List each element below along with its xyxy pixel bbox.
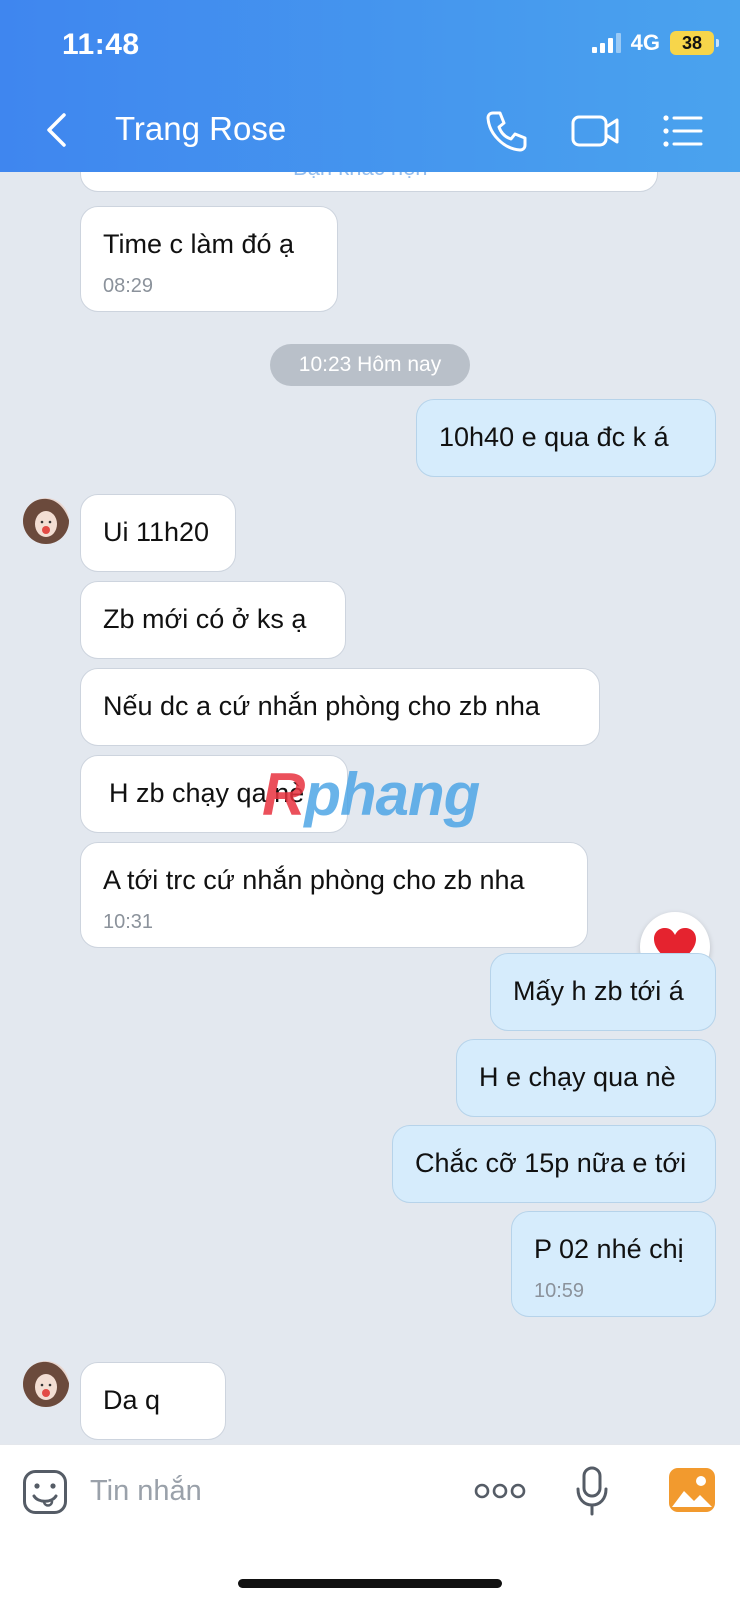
avatar[interactable] <box>23 1361 69 1407</box>
video-call-button[interactable] <box>570 108 620 154</box>
sticker-button[interactable] <box>22 1469 68 1520</box>
message-input[interactable] <box>90 1469 440 1513</box>
message-text: Zb mới có ở ks ạ <box>103 604 307 634</box>
message-text: H e chạy qua nè <box>479 1062 676 1092</box>
message-bubble-outgoing[interactable]: 10h40 e qua đc k á <box>416 399 716 477</box>
battery-icon: 38 <box>670 31 719 55</box>
message-bubble-incoming[interactable]: Da q <box>80 1362 226 1440</box>
message-time: 10:59 <box>534 1280 585 1302</box>
video-camera-icon <box>571 115 619 147</box>
message-composer <box>0 1444 740 1600</box>
message-bubble-outgoing[interactable]: P 02 nhé chị 10:59 <box>511 1211 716 1317</box>
message-bubble-incoming[interactable]: Nếu dc a cứ nhắn phòng cho zb nha <box>80 668 600 746</box>
message-text: P 02 nhé chị <box>534 1234 684 1264</box>
signal-icon <box>591 33 621 53</box>
phone-icon <box>486 111 527 152</box>
image-gallery-icon <box>669 1468 715 1512</box>
network-label: 4G <box>630 30 660 55</box>
status-time: 11:48 <box>62 28 140 61</box>
message-list[interactable]: Bạn khác hẹn Time c làm đó ạ 08:29 10:23… <box>0 172 740 1444</box>
date-separator: 10:23 Hôm nay <box>270 344 470 386</box>
message-text: H zb chạy qa nè <box>109 778 305 808</box>
message-bubble[interactable]: Bạn khác hẹn <box>80 172 658 192</box>
message-text: Bạn khác hẹn <box>293 172 428 181</box>
home-indicator <box>238 1579 502 1588</box>
call-button[interactable] <box>484 108 530 154</box>
message-text: 10h40 e qua đc k á <box>439 422 669 452</box>
sticker-smile-icon <box>23 1470 67 1514</box>
contact-name[interactable]: Trang Rose <box>115 110 286 148</box>
status-indicators: 4G 38 <box>591 30 719 56</box>
chat-header: 11:48 4G 38 Trang Rose <box>0 0 740 172</box>
more-dots-icon <box>474 1483 526 1499</box>
more-button[interactable] <box>474 1481 526 1506</box>
message-text: Ui 11h20 <box>103 517 210 547</box>
microphone-icon <box>576 1466 608 1516</box>
message-text: Da q <box>103 1385 161 1415</box>
message-bubble-outgoing[interactable]: Mấy h zb tới á <box>490 953 716 1031</box>
message-bubble-incoming[interactable]: A tới trc cứ nhắn phòng cho zb nha 10:31 <box>80 842 588 948</box>
message-text: Time c làm đó ạ <box>103 229 295 259</box>
message-bubble-incoming[interactable]: Ui 11h20 <box>80 494 236 572</box>
battery-level: 38 <box>681 32 703 53</box>
avatar-image <box>23 498 69 544</box>
message-text: Chắc cỡ 15p nữa e tới <box>415 1148 687 1178</box>
voice-button[interactable] <box>574 1465 610 1522</box>
menu-button[interactable] <box>660 108 706 154</box>
chevron-left-icon <box>47 113 66 147</box>
avatar[interactable] <box>23 498 69 544</box>
message-bubble-incoming[interactable]: H zb chạy qa nè <box>80 755 348 833</box>
avatar-image <box>23 1361 69 1407</box>
message-bubble-outgoing[interactable]: H e chạy qua nè <box>456 1039 716 1117</box>
message-bubble-incoming[interactable]: Time c làm đó ạ 08:29 <box>80 206 338 312</box>
message-text: A tới trc cứ nhắn phòng cho zb nha <box>103 865 525 895</box>
image-button[interactable] <box>668 1467 716 1518</box>
list-menu-icon <box>663 115 703 147</box>
message-bubble-outgoing[interactable]: Chắc cỡ 15p nữa e tới <box>392 1125 716 1203</box>
message-text: Nếu dc a cứ nhắn phòng cho zb nha <box>103 691 540 721</box>
message-time: 08:29 <box>103 275 154 297</box>
message-text: Mấy h zb tới á <box>513 976 684 1006</box>
message-bubble-incoming[interactable]: Zb mới có ở ks ạ <box>80 581 346 659</box>
message-time: 10:31 <box>103 911 154 933</box>
back-button[interactable] <box>40 110 76 150</box>
